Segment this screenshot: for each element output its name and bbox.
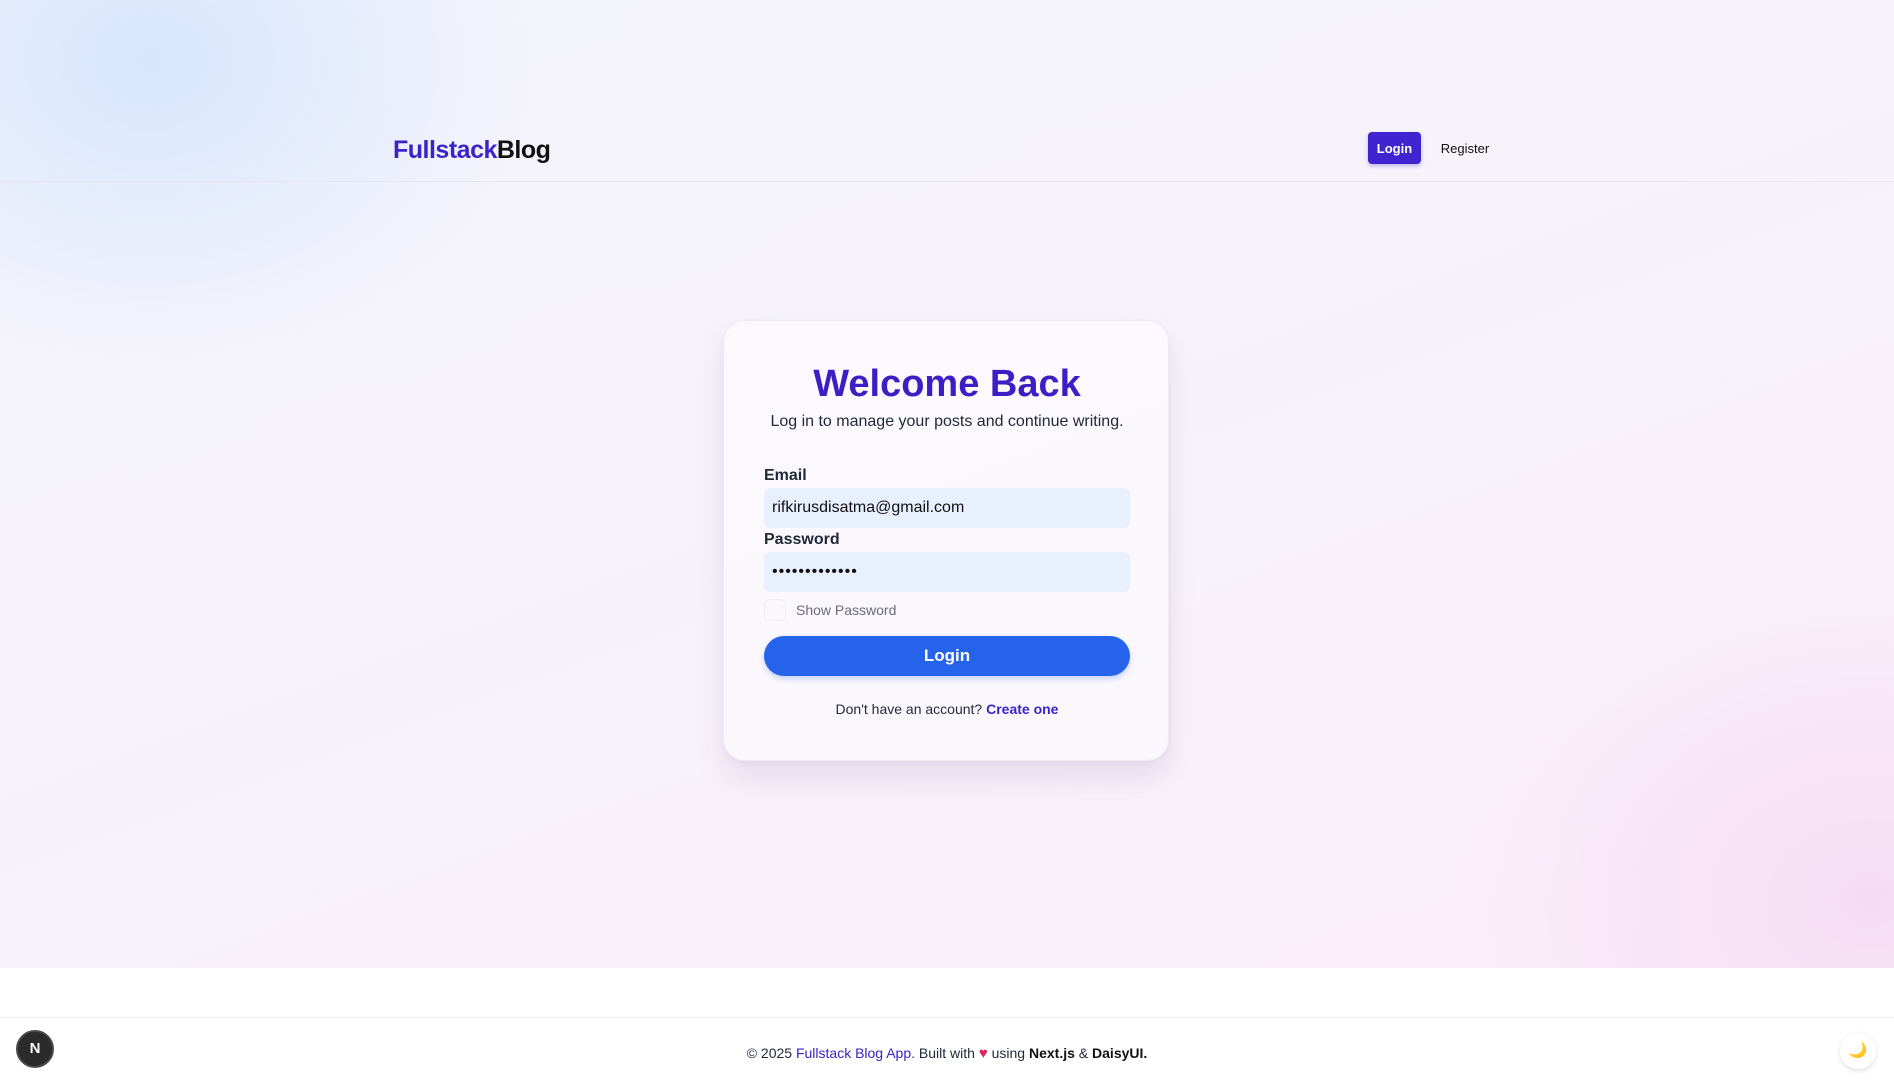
login-title: Welcome Back: [813, 363, 1081, 405]
email-label: Email: [764, 467, 807, 484]
show-password-toggle[interactable]: Show Password: [764, 598, 896, 622]
show-password-label: Show Password: [796, 602, 897, 618]
show-password-checkbox[interactable]: [764, 599, 786, 621]
login-subtitle: Log in to manage your posts and continue…: [770, 413, 1124, 430]
signup-prompt-text: Don't have an account?: [835, 701, 983, 717]
password-field[interactable]: [764, 552, 1130, 592]
password-label: Password: [764, 531, 840, 548]
footer-copyright: © 2025: [746, 1045, 793, 1061]
footer-amp: &: [1078, 1045, 1089, 1061]
footer-app-link[interactable]: Fullstack Blog App.: [796, 1045, 915, 1061]
nextjs-dev-badge[interactable]: N: [16, 1030, 54, 1068]
footer: © 2025 Fullstack Blog App. Built with ♥ …: [0, 1017, 1894, 1086]
email-field[interactable]: [764, 488, 1130, 528]
create-account-link[interactable]: Create one: [986, 701, 1058, 717]
footer-using: using: [991, 1045, 1026, 1061]
nav-login-button[interactable]: Login: [1368, 132, 1421, 164]
login-card: Welcome Back Log in to manage your posts…: [723, 320, 1169, 761]
brand-part-blog: Blog: [496, 136, 551, 164]
brand-logo[interactable]: FullstackBlog: [393, 133, 551, 167]
nav-register-button[interactable]: Register: [1436, 132, 1494, 164]
heart-icon: ♥: [978, 1045, 988, 1062]
theme-toggle-moon-icon[interactable]: 🌙: [1840, 1033, 1876, 1069]
navbar: FullstackBlog Login Register: [0, 0, 1894, 182]
footer-text: © 2025 Fullstack Blog App. Built with ♥ …: [0, 1045, 1894, 1062]
login-submit-button[interactable]: Login: [764, 636, 1130, 676]
footer-nextjs: Next.js: [1028, 1045, 1075, 1061]
footer-built-with: Built with: [918, 1045, 975, 1061]
brand-part-fullstack: Fullstack: [393, 136, 497, 164]
footer-daisyui: DaisyUI.: [1092, 1045, 1148, 1061]
signup-prompt: Don't have an account? Create one: [724, 701, 1170, 717]
